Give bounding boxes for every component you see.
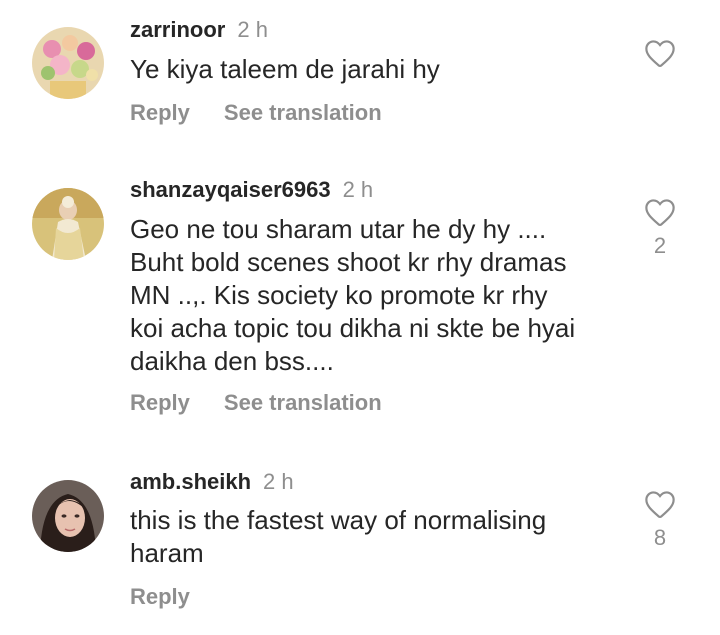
heart-icon[interactable] — [643, 489, 677, 519]
avatar-bride-image — [32, 188, 104, 260]
comment-text-line: koi acha topic tou dikha ni skte be hyai — [130, 313, 576, 343]
comment-text: Geo ne tou sharam utar he dy hy .... Buh… — [130, 213, 620, 378]
see-translation-button[interactable]: See translation — [224, 100, 382, 125]
like-area — [640, 38, 680, 68]
reply-button[interactable]: Reply — [130, 390, 190, 415]
like-count: 2 — [653, 233, 667, 258]
comment-text-line: Buht bold scenes shoot kr rhy dramas — [130, 247, 567, 277]
like-area: 8 — [640, 489, 680, 551]
comment-text-line: this is the fastest way of normalising — [130, 505, 547, 535]
username[interactable]: zarrinoor — [130, 17, 225, 42]
username[interactable]: amb.sheikh — [130, 469, 251, 494]
comment-text-line: MN ..,. Kis society ko promote kr rhy — [130, 280, 548, 310]
heart-icon[interactable] — [643, 197, 677, 227]
avatar[interactable] — [32, 480, 104, 552]
timestamp: 2 h — [342, 177, 374, 202]
comment-meta: zarrinoor 2 h — [130, 17, 620, 43]
comment-text-line: haram — [130, 538, 204, 568]
like-count: 8 — [653, 525, 667, 550]
see-translation-button[interactable]: See translation — [224, 390, 382, 415]
like-area: 2 — [640, 197, 680, 259]
comment-meta: shanzayqaiser6963 2 h — [130, 177, 620, 203]
comment-text: Ye kiya taleem de jarahi hy — [130, 53, 620, 86]
comment-meta: amb.sheikh 2 h — [130, 469, 620, 495]
timestamp: 2 h — [263, 469, 294, 494]
avatar[interactable] — [32, 27, 104, 99]
avatar-flowers-image — [32, 27, 104, 99]
username[interactable]: shanzayqaiser6963 — [130, 177, 331, 202]
avatar-portrait-image — [32, 480, 104, 552]
comment-text-line: Ye kiya taleem de jarahi hy — [130, 54, 440, 84]
reply-button[interactable]: Reply — [130, 100, 190, 125]
timestamp: 2 h — [237, 17, 268, 42]
reply-button[interactable]: Reply — [130, 584, 190, 609]
comment-text-line: Geo ne tou sharam utar he dy hy .... — [130, 214, 547, 244]
heart-icon[interactable] — [643, 38, 677, 68]
avatar[interactable] — [32, 188, 104, 260]
comment-text: this is the fastest way of normalising h… — [130, 504, 620, 570]
comment-text-line: daikha den bss.... — [130, 346, 334, 376]
